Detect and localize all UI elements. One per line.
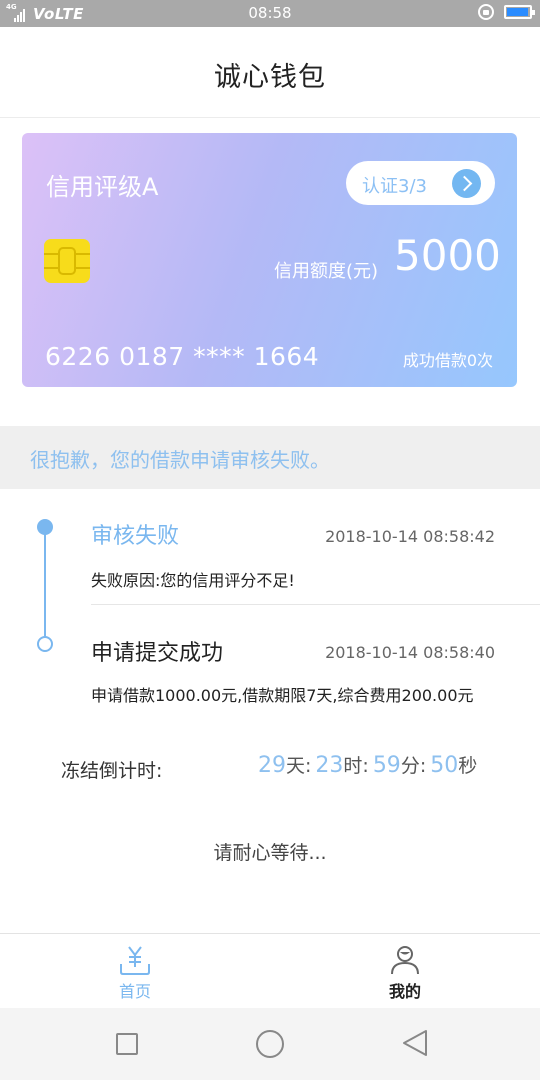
notice-text: 很抱歉，您的借款申请审核失败。 xyxy=(30,448,330,472)
tab-mine[interactable]: 我的 xyxy=(270,934,540,1009)
countdown-hours: 23 xyxy=(315,753,344,778)
event-title-failed: 审核失败 xyxy=(91,524,180,549)
chevron-right-icon xyxy=(452,169,481,198)
failure-notice: 很抱歉，您的借款申请审核失败。 xyxy=(0,426,540,489)
credit-limit-label: 信用额度(元) xyxy=(274,261,379,282)
event-title-submitted: 申请提交成功 xyxy=(91,641,224,666)
countdown-days: 29 xyxy=(258,753,286,778)
verify-button[interactable]: 认证3/3 xyxy=(346,161,495,205)
credit-grade: 信用评级A xyxy=(46,173,159,201)
countdown-label: 冻结倒计时: xyxy=(61,760,163,782)
rotation-lock-icon xyxy=(478,4,494,20)
status-right xyxy=(478,4,535,20)
event-time: 2018-10-14 08:58:42 xyxy=(325,527,495,546)
countdown-minutes: 59 xyxy=(372,753,401,778)
credit-limit-value: 5000 xyxy=(394,231,501,280)
yen-tray-icon xyxy=(120,946,150,975)
user-icon xyxy=(391,946,419,975)
tab-home[interactable]: 首页 xyxy=(0,934,270,1009)
days-unit: 天: xyxy=(286,755,312,777)
card-chip-icon xyxy=(44,239,90,283)
divider xyxy=(91,604,540,605)
hours-unit: 时: xyxy=(343,755,369,777)
system-nav-bar xyxy=(0,1008,540,1080)
status-bar: 4G VoLTE 08:58 xyxy=(0,0,540,27)
event-description: 申请借款1000.00元,借款期限7天,综合费用200.00元 xyxy=(91,686,474,705)
countdown-timer: 29 天: 23 时: 59 分: 50 秒 xyxy=(258,751,481,778)
page-title: 诚心钱包 xyxy=(214,62,326,93)
app-header: 诚心钱包 xyxy=(0,27,540,118)
tab-home-label: 首页 xyxy=(118,982,151,1001)
home-icon[interactable] xyxy=(256,1030,284,1058)
event-description: 失败原因:您的信用评分不足! xyxy=(91,571,295,590)
event-time: 2018-10-14 08:58:40 xyxy=(325,643,495,662)
battery-icon xyxy=(504,5,535,19)
seconds-unit: 秒 xyxy=(458,755,478,777)
verify-label: 认证3/3 xyxy=(362,176,427,197)
wait-message: 请耐心等待... xyxy=(213,842,327,864)
timeline-dot xyxy=(37,636,53,652)
loan-count: 成功借款0次 xyxy=(402,351,493,370)
timeline-line xyxy=(44,527,46,644)
credit-card: 信用评级A 认证3/3 信用额度(元) 5000 6226 0187 **** … xyxy=(22,133,517,387)
tab-mine-label: 我的 xyxy=(388,982,421,1001)
status-time: 08:58 xyxy=(248,4,292,22)
timeline-dot-active xyxy=(37,519,53,535)
battery-level xyxy=(507,8,528,16)
card-number: 6226 0187 **** 1664 xyxy=(45,342,320,371)
minutes-unit: 分: xyxy=(400,755,427,777)
countdown-seconds: 50 xyxy=(430,753,459,778)
bottom-nav: 首页 我的 xyxy=(0,933,540,1008)
back-icon[interactable] xyxy=(400,1028,430,1058)
recent-apps-icon[interactable] xyxy=(116,1033,138,1055)
